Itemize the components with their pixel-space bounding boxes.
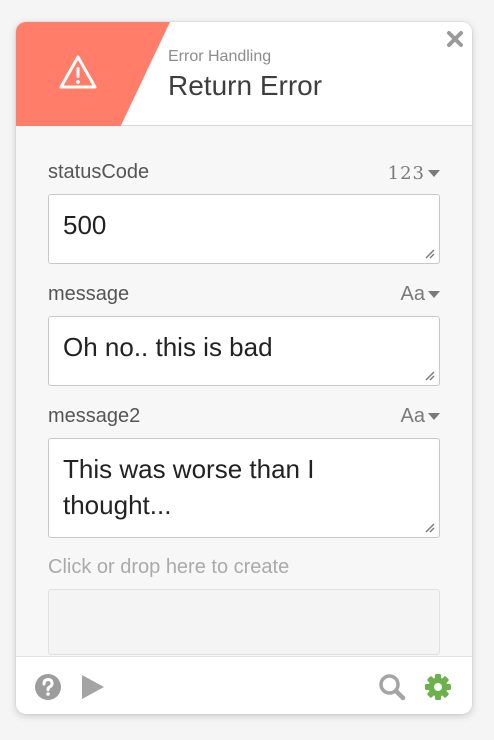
close-icon[interactable]	[446, 30, 464, 48]
message-input[interactable]: Oh no.. this is bad	[48, 316, 440, 386]
field-value: This was worse than I thought...	[63, 454, 315, 520]
resize-grip-icon[interactable]	[423, 369, 435, 381]
dropdown-arrow-icon	[428, 291, 440, 298]
resize-grip-icon[interactable]	[423, 521, 435, 533]
type-label: 123	[387, 163, 425, 184]
field-message: message Aa Oh no.. this is bad	[48, 282, 440, 386]
field-value: 500	[63, 210, 107, 240]
gear-icon[interactable]	[424, 673, 452, 701]
field-status-code: statusCode 123 500	[48, 160, 440, 264]
node-title[interactable]: Return Error	[168, 70, 322, 102]
field-message2: message2 Aa This was worse than I though…	[48, 404, 440, 538]
type-selector[interactable]: 123	[388, 163, 440, 184]
create-field-label: Click or drop here to create	[48, 556, 290, 578]
card-footer	[16, 656, 472, 714]
create-field-area: Click or drop here to create	[48, 556, 440, 655]
field-label: statusCode	[48, 161, 150, 183]
status-code-input[interactable]: 500	[48, 194, 440, 264]
type-label: Aa	[400, 283, 425, 305]
play-icon[interactable]	[78, 673, 106, 701]
field-label: message	[48, 283, 130, 305]
card-header: Error Handling Return Error	[16, 22, 472, 126]
return-error-card: Error Handling Return Error statusCode 1…	[16, 22, 472, 714]
field-value: Oh no.. this is bad	[63, 332, 273, 362]
node-category: Error Handling	[168, 48, 272, 65]
type-label: Aa	[400, 405, 425, 427]
type-selector[interactable]: Aa	[401, 405, 440, 428]
resize-grip-icon[interactable]	[423, 247, 435, 259]
fields-panel: statusCode 123 500 message Aa Oh no.. th…	[16, 160, 472, 655]
dropdown-arrow-icon	[428, 170, 440, 177]
type-selector[interactable]: Aa	[401, 283, 440, 306]
create-field-dropzone[interactable]	[48, 589, 440, 655]
warning-icon	[59, 55, 97, 89]
message2-input[interactable]: This was worse than I thought...	[48, 438, 440, 538]
dropdown-arrow-icon	[428, 413, 440, 420]
search-icon[interactable]	[378, 673, 406, 701]
help-icon[interactable]	[34, 673, 62, 701]
field-label: message2	[48, 405, 141, 427]
